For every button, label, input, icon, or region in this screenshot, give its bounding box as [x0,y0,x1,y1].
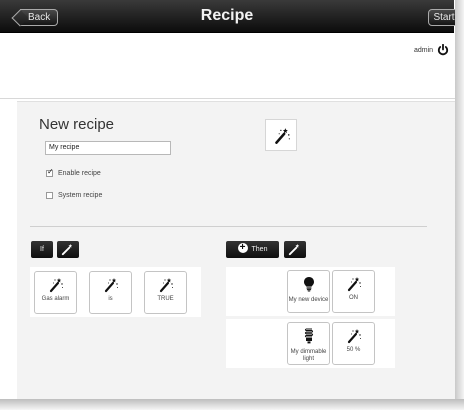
power-icon[interactable] [437,44,449,56]
page-title: Recipe [200,7,254,24]
magic-wand-icon [346,276,362,292]
condition-label: Gas alarm [41,296,70,302]
if-wand-button[interactable] [57,241,79,258]
magic-wand-icon [48,277,64,293]
magic-wand-icon [60,242,75,257]
then-wand-button[interactable] [284,241,306,258]
enable-recipe-row[interactable]: Enable recipe [46,167,101,177]
action-value-label: ON [349,295,358,301]
magic-wand-icon [158,277,174,293]
magic-wand-icon [103,277,119,293]
if-button[interactable]: If [31,241,53,258]
then-label: Then [251,246,268,253]
section-divider [30,226,427,227]
magic-wand-icon [273,127,291,145]
action-device-label: My new device [288,297,329,303]
recipe-name-input[interactable]: My recipe [45,141,171,155]
condition-tile-device[interactable]: Gas alarm [34,271,77,314]
title-bar: Back Recipe Start [0,0,460,33]
system-recipe-label: System recipe [58,192,103,199]
condition-tile-value[interactable]: TRUE [144,271,187,314]
enable-recipe-checkbox[interactable] [46,167,54,177]
light-bulb-icon [301,276,317,292]
action-device-tile[interactable]: My new device [287,270,330,313]
action-device-tile[interactable]: My dimmable light [287,322,330,365]
action-value-tile[interactable]: ON [332,270,375,313]
cfl-bulb-icon [301,328,317,344]
enable-recipe-label: Enable recipe [58,170,101,177]
system-recipe-row[interactable]: System recipe [46,192,102,199]
system-recipe-checkbox[interactable] [46,192,53,199]
magic-wand-icon [346,328,362,344]
action-value-label: 50 % [346,347,361,353]
window-shadow-right [455,0,464,410]
condition-label: TRUE [157,296,174,302]
plus-circle-icon: + [237,243,248,254]
magic-wand-icon [287,242,302,257]
header-divider [0,98,456,99]
window-shadow-bottom [0,399,464,410]
action-device-label: My dimmable light [290,349,327,362]
condition-tile-operator[interactable]: is [89,271,132,314]
condition-label: is [108,296,113,302]
action-value-tile[interactable]: 50 % [332,322,375,365]
recipe-heading: New recipe [39,116,115,133]
username: admin [414,47,434,54]
then-button[interactable]: + Then [226,241,279,258]
recipe-icon-picker[interactable] [265,119,297,151]
